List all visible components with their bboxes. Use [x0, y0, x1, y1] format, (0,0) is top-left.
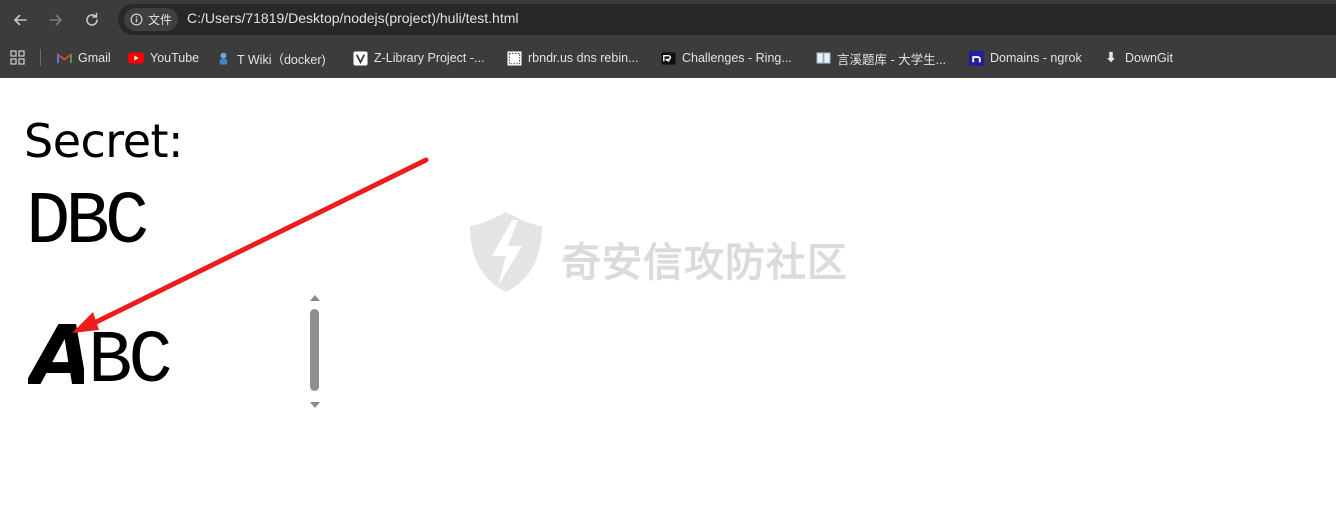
bookmark-z-library[interactable]: Z-Library Project -... [352, 48, 484, 68]
arrow-right-icon [49, 14, 62, 26]
scroll-down-arrow[interactable] [310, 402, 320, 408]
ringzer0-icon [660, 50, 676, 66]
download-icon [1103, 50, 1119, 66]
first-char: A [28, 318, 84, 394]
back-button[interactable] [6, 6, 34, 34]
secret-value: DBC [26, 181, 149, 265]
arrow-left-icon [14, 14, 27, 26]
bookmark-gmail[interactable]: Gmail [56, 48, 111, 68]
bookmarks-bar: Gmail YouTube T Wiki（docker) Z-Library P… [0, 38, 1336, 78]
glyph-a-comic: A [28, 318, 84, 394]
reload-button[interactable] [78, 6, 106, 34]
site-chip-label: 文件 [148, 13, 173, 27]
apps-grid-icon[interactable] [10, 50, 25, 65]
youtube-icon [128, 50, 144, 66]
watermark-text: 奇安信攻防社区 [561, 240, 848, 286]
bookmark-rbndr[interactable]: rbndr.us dns rebin... [506, 48, 638, 68]
bookmark-t-wiki[interactable]: T Wiki（docker) [215, 48, 326, 68]
bookmark-ngrok[interactable]: Domains - ngrok [968, 48, 1082, 68]
site-info-chip[interactable]: 文件 [124, 8, 178, 31]
bookmark-downgit[interactable]: DownGit [1103, 48, 1173, 68]
test-rest-text: BC [88, 320, 173, 404]
info-icon [130, 13, 143, 26]
url-text[interactable]: C:/Users/71819/Desktop/nodejs(project)/h… [187, 10, 518, 26]
watermark: 奇安信攻防社区 [466, 206, 876, 296]
secret-label: Secret: [24, 114, 184, 168]
address-bar[interactable]: 文件 C:/Users/71819/Desktop/nodejs(project… [118, 4, 1336, 35]
wiki-icon [215, 50, 231, 66]
bookmark-youtube[interactable]: YouTube [128, 48, 199, 68]
rbndr-icon [506, 50, 522, 66]
scroll-up-arrow[interactable] [310, 295, 320, 301]
bookmarks-divider [40, 49, 41, 66]
scroll-thumb[interactable] [310, 309, 319, 391]
bookmark-challenges[interactable]: Challenges - Ring... [660, 48, 792, 68]
browser-toolbar: 文件 C:/Users/71819/Desktop/nodejs(project… [0, 0, 1336, 38]
page-content: Secret: DBC 奇安信攻防社区 A BC [0, 78, 1336, 505]
scrollbar[interactable] [308, 295, 322, 411]
lightning-shield-icon [470, 212, 542, 292]
book-icon [815, 50, 831, 66]
forward-button[interactable] [42, 6, 70, 34]
gmail-icon [56, 50, 72, 66]
ngrok-icon [968, 50, 984, 66]
reload-icon [86, 12, 98, 26]
zlibrary-icon [352, 50, 368, 66]
bookmark-yanxi[interactable]: 言溪题库 - 大学生... [815, 48, 946, 68]
